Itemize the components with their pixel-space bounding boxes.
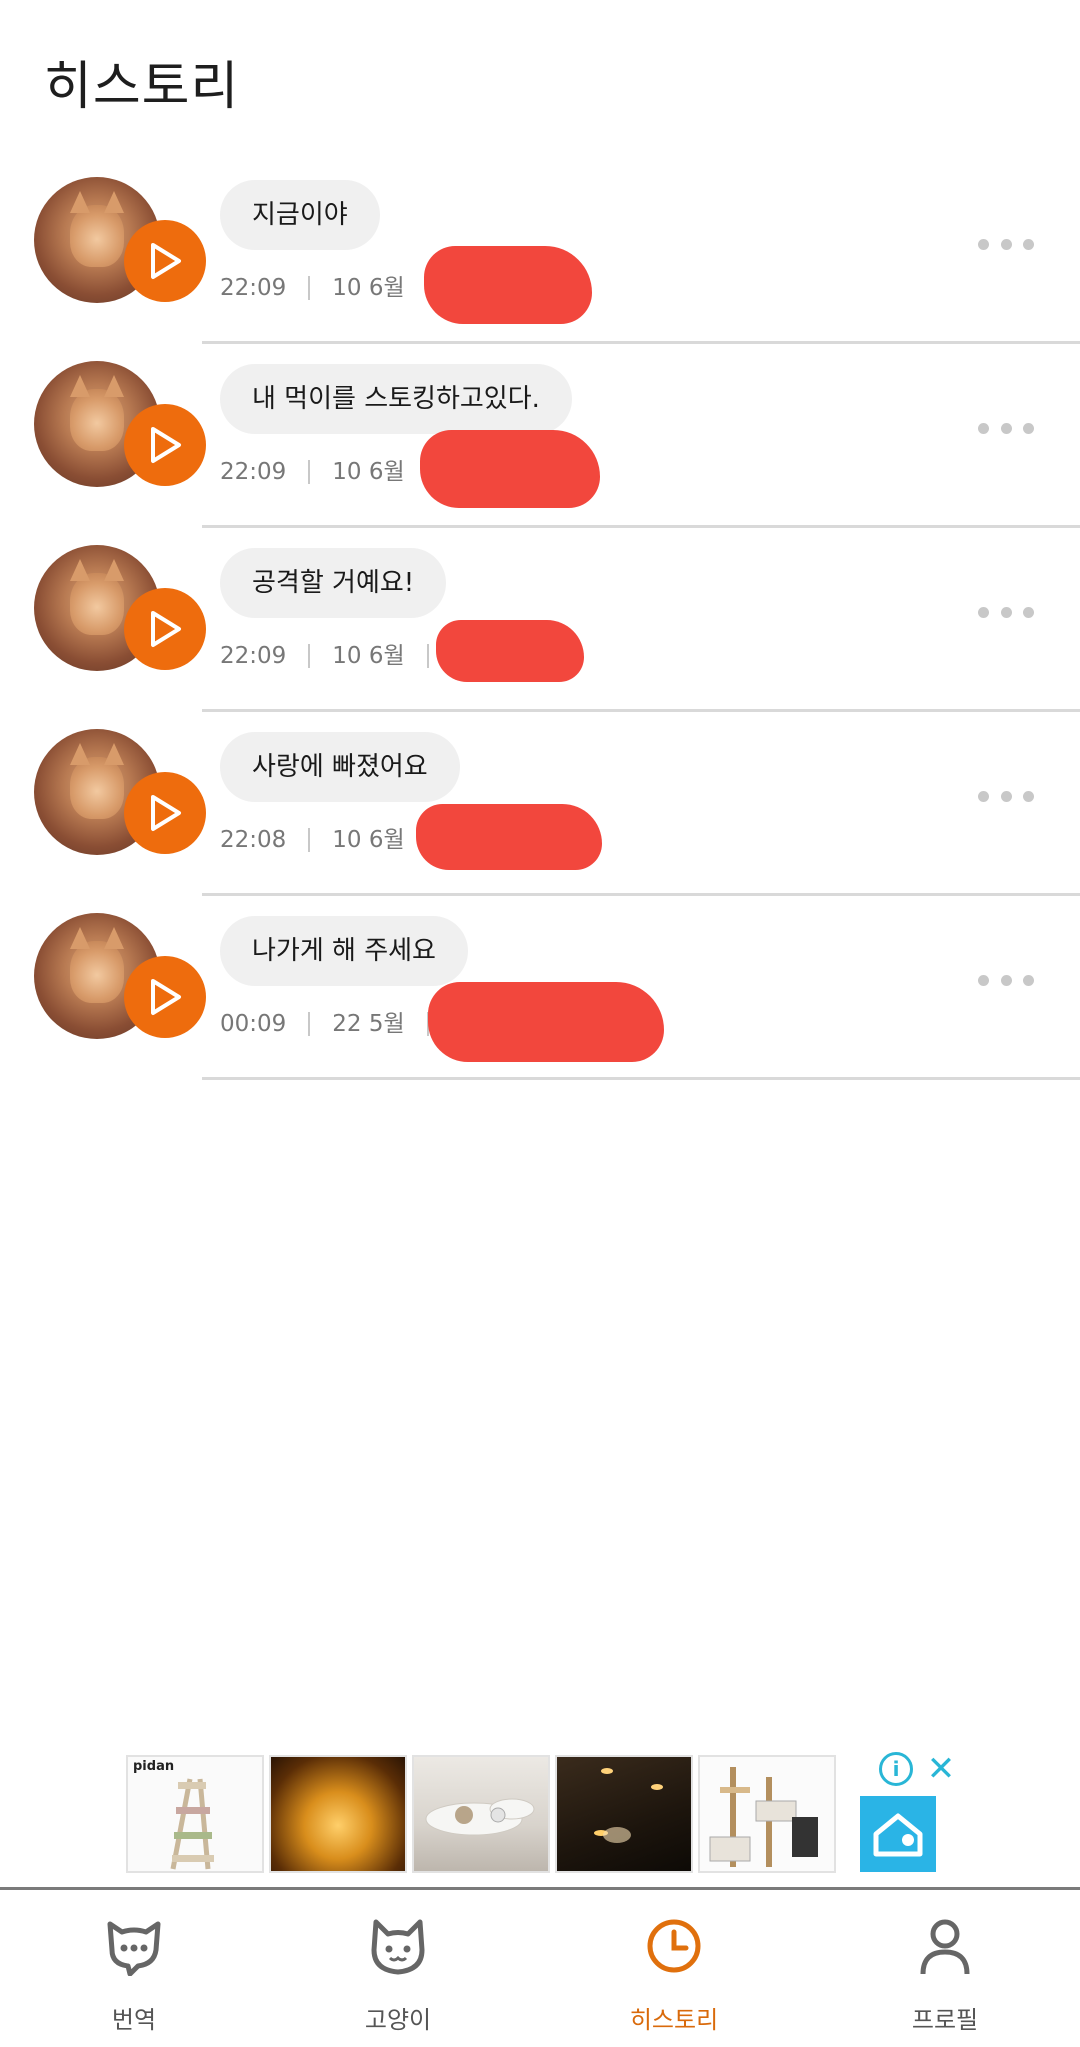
table-image [425, 1798, 535, 1836]
message-bubble: 지금이야 [220, 180, 380, 250]
separator [308, 460, 311, 484]
time-text: 22:09 [220, 459, 287, 485]
date-text: 10 6월 [332, 643, 405, 669]
home-icon[interactable] [860, 1796, 936, 1872]
meta-row: 00:09 22 5월 [220, 1006, 451, 1042]
history-item[interactable]: 내 먹이를 스토킹하고있다. 22:09 10 6월 [0, 344, 1080, 528]
more-options-button[interactable] [978, 782, 1034, 810]
time-text: 22:08 [220, 827, 287, 853]
bottom-nav: 번역 고양이 히스토리 프로필 [0, 1887, 1080, 2047]
ad-thumbnail[interactable] [555, 1755, 693, 1873]
more-options-button[interactable] [978, 598, 1034, 626]
redaction-mark [428, 982, 664, 1062]
separator [308, 276, 311, 300]
date-text: 10 6월 [332, 459, 405, 485]
play-icon [151, 979, 181, 1015]
message-bubble: 사랑에 빠졌어요 [220, 732, 460, 802]
nav-item-translate[interactable]: 번역 [34, 1890, 234, 2047]
nav-label: 번역 [111, 2006, 157, 2034]
play-icon [151, 795, 181, 831]
separator [426, 644, 429, 668]
time-text: 22:09 [220, 643, 287, 669]
close-icon[interactable]: ✕ [924, 1752, 958, 1786]
meta-row: 22:09 10 6월 [220, 638, 451, 674]
play-button[interactable] [124, 956, 206, 1038]
nav-label: 히스토리 [629, 2006, 719, 2034]
chat-cat-icon [107, 1921, 161, 1976]
divider [202, 1077, 1080, 1080]
person-icon [920, 1919, 970, 1975]
history-item[interactable]: 공격할 거예요! 22:09 10 6월 [0, 528, 1080, 712]
page-title: 히스토리 [44, 57, 240, 117]
redaction-mark [420, 430, 600, 508]
date-text: 22 5월 [332, 1011, 405, 1037]
info-icon[interactable]: i [879, 1752, 913, 1786]
ad-thumbnail[interactable] [269, 1755, 407, 1873]
more-options-button[interactable] [978, 966, 1034, 994]
nav-item-cat[interactable]: 고양이 [298, 1890, 498, 2047]
ad-banner[interactable]: pidan i ✕ [124, 1752, 958, 1874]
play-button[interactable] [124, 404, 206, 486]
play-icon [151, 427, 181, 463]
redaction-mark [424, 246, 592, 324]
time-text: 00:09 [220, 1011, 287, 1037]
ad-thumbnail[interactable]: pidan [126, 1755, 264, 1873]
play-icon [151, 243, 181, 279]
nav-label: 프로필 [911, 2006, 979, 2034]
redaction-mark [416, 804, 602, 870]
date-text: 10 6월 [332, 275, 405, 301]
play-button[interactable] [124, 588, 206, 670]
more-options-button[interactable] [978, 230, 1034, 258]
message-bubble: 나가게 해 주세요 [220, 916, 468, 986]
cat-tree-image [709, 1767, 818, 1867]
play-button[interactable] [124, 220, 206, 302]
separator [308, 1012, 311, 1036]
time-text: 22:09 [220, 275, 287, 301]
meta-row: 22:09 10 6월 [220, 454, 451, 490]
redaction-mark [436, 620, 584, 682]
meta-row: 22:09 10 6월 [220, 270, 451, 306]
history-item[interactable]: 지금이야 22:09 10 6월 [0, 160, 1080, 344]
date-text: 10 6월 [332, 827, 405, 853]
message-bubble: 내 먹이를 스토킹하고있다. [220, 364, 572, 434]
cat-ladder-image [170, 1778, 214, 1870]
clock-icon [647, 1919, 701, 1973]
play-icon [151, 611, 181, 647]
stair-lights-image [594, 1768, 663, 1843]
nav-item-profile[interactable]: 프로필 [845, 1890, 1045, 2047]
nav-item-history[interactable]: 히스토리 [574, 1890, 774, 2047]
history-item[interactable]: 나가게 해 주세요 00:09 22 5월 [0, 896, 1080, 1080]
ad-thumbnail[interactable] [412, 1755, 550, 1873]
history-item[interactable]: 사랑에 빠졌어요 22:08 10 6월 [0, 712, 1080, 896]
play-button[interactable] [124, 772, 206, 854]
separator [308, 828, 311, 852]
nav-label: 고양이 [364, 2006, 432, 2034]
separator [308, 644, 311, 668]
more-options-button[interactable] [978, 414, 1034, 442]
ad-thumbnail[interactable] [698, 1755, 836, 1873]
message-bubble: 공격할 거예요! [220, 548, 447, 618]
cat-icon [371, 1919, 425, 1975]
